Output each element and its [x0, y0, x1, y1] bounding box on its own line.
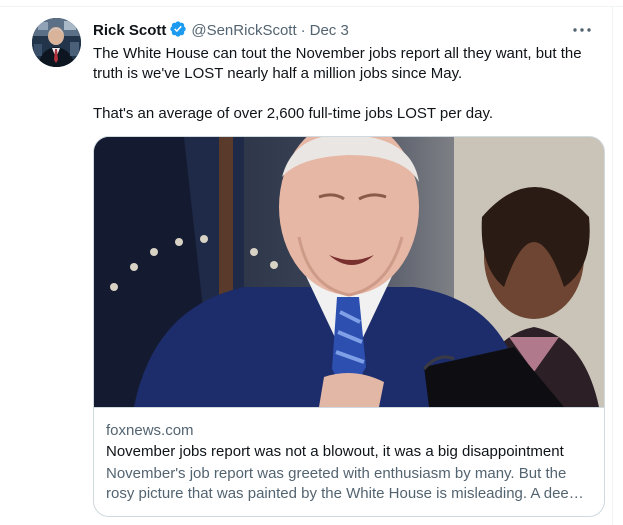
more-options-icon[interactable]: [570, 18, 594, 42]
link-card[interactable]: foxnews.com November jobs report was not…: [93, 136, 605, 517]
card-photo: [94, 137, 604, 407]
author-handle[interactable]: @SenRickScott: [191, 22, 296, 39]
card-title: November jobs report was not a blowout, …: [106, 443, 564, 460]
tweet-paragraph-2: That's an average of over 2,600 full-tim…: [93, 105, 494, 122]
card-body[interactable]: foxnews.com November jobs report was not…: [94, 407, 604, 504]
author-name[interactable]: Rick Scott: [93, 22, 166, 39]
header-separator: ·: [300, 22, 306, 39]
card-image[interactable]: [94, 137, 604, 407]
card-description: November's job report was greeted with e…: [106, 465, 591, 502]
tweet-header: Rick Scott @SenRickScott · Dec 3: [93, 20, 602, 40]
verified-badge-icon: [169, 20, 187, 44]
avatar[interactable]: [32, 18, 81, 67]
tweet-paragraph-1: The White House can tout the November jo…: [93, 45, 582, 82]
tweet-date[interactable]: Dec 3: [310, 22, 349, 39]
card-domain: foxnews.com: [106, 422, 194, 439]
avatar-image: [32, 18, 81, 67]
tweet[interactable]: Rick Scott @SenRickScott · Dec 3 The White …: [0, 6, 612, 525]
right-divider: [612, 6, 613, 525]
tweet-text: The White House can tout the November jo…: [93, 44, 605, 124]
